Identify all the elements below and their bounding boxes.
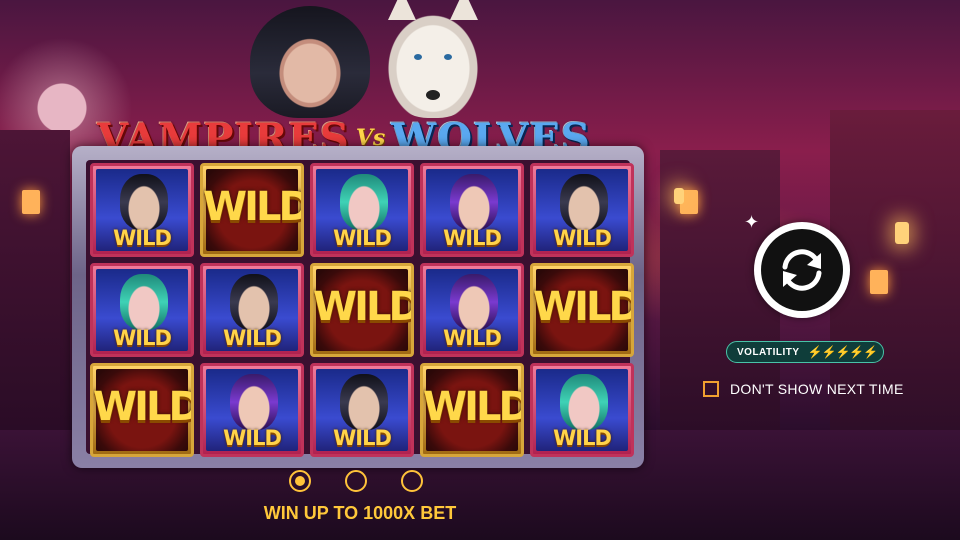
reels-frame: WILD WILD WILD WILD WILD WILD WILD WILD WILD WILD… [72, 146, 644, 468]
wild-symbol-label: WILD [533, 284, 634, 330]
reel-symbol-vampire-dark: WILD [310, 363, 414, 457]
dont-show-label: DON'T SHOW NEXT TIME [730, 381, 904, 397]
vampire-portrait-icon [450, 174, 498, 230]
spin-button-core [761, 229, 843, 311]
reel-symbol-wild: WILD [90, 363, 194, 457]
street-lamp [895, 222, 909, 244]
reel-symbol-vampire-purple: WILD [420, 263, 524, 357]
sparkle-icon: ✦ [744, 212, 760, 232]
reel-symbol-vampire-green: WILD [310, 163, 414, 257]
wild-overlay-label: WILD [223, 326, 282, 350]
intro-caption: WIN UP TO 1000X BET [263, 503, 457, 523]
pager-dot-1[interactable] [289, 470, 311, 492]
wild-overlay-label: WILD [553, 226, 612, 250]
reel-symbol-vampire-purple: WILD [200, 363, 304, 457]
reel-symbol-vampire-dark: WILD [200, 263, 304, 357]
vampire-portrait-icon [230, 274, 278, 330]
wild-symbol-label: WILD [313, 284, 414, 330]
wolf-nose [426, 90, 440, 100]
wolf-ear [450, 0, 478, 20]
wolf-ear [388, 0, 416, 20]
wild-symbol-label: WILD [423, 384, 524, 430]
reel-grid: WILD WILD WILD WILD WILD WILD WILD WILD WILD WILD… [86, 160, 634, 457]
wolf-eye [444, 54, 452, 60]
intro-pager [289, 470, 423, 492]
vampire-portrait-icon [230, 374, 278, 430]
vampire-portrait-icon [120, 274, 168, 330]
left-house [0, 130, 70, 430]
reel-symbol-wild: WILD [310, 263, 414, 357]
house-window [870, 270, 888, 294]
wild-overlay-label: WILD [553, 426, 612, 450]
reel-symbol-wild: WILD [530, 263, 634, 357]
reel-symbol-vampire-green: WILD [530, 363, 634, 457]
reel-symbol-wild: WILD [420, 363, 524, 457]
volatility-label: VOLATILITY [737, 346, 800, 358]
wild-symbol-label: WILD [93, 384, 194, 430]
vampire-portrait-icon [560, 174, 608, 230]
vampire-portrait-icon [340, 374, 388, 430]
wild-overlay-label: WILD [113, 326, 172, 350]
pager-dot-2[interactable] [345, 470, 367, 492]
vampire-character-art [250, 6, 370, 118]
wild-overlay-label: WILD [113, 226, 172, 250]
lightning-bolt-icon: ⚡⚡⚡⚡⚡ [807, 345, 879, 359]
wild-overlay-label: WILD [333, 226, 392, 250]
volatility-meter: VOLATILITY ⚡⚡⚡⚡⚡ [726, 341, 884, 363]
dont-show-next-time-option[interactable]: DON'T SHOW NEXT TIME [703, 381, 904, 397]
continue-spin-button[interactable] [754, 222, 850, 318]
pager-dot-3[interactable] [401, 470, 423, 492]
wolf-eye [414, 54, 422, 60]
wild-overlay-label: WILD [223, 426, 282, 450]
reel-symbol-vampire-green: WILD [90, 263, 194, 357]
dont-show-checkbox[interactable] [703, 381, 719, 397]
refresh-arrows-icon [782, 249, 822, 291]
vampire-portrait-icon [340, 174, 388, 230]
street-lamp [674, 188, 684, 204]
reel-symbol-vampire-dark: WILD [90, 163, 194, 257]
wild-symbol-label: WILD [203, 184, 304, 230]
reel-symbol-vampire-dark: WILD [530, 163, 634, 257]
reel-symbol-wild: WILD [200, 163, 304, 257]
wild-overlay-label: WILD [443, 326, 502, 350]
vampire-portrait-icon [450, 274, 498, 330]
vampire-portrait-icon [560, 374, 608, 430]
reel-symbol-vampire-purple: WILD [420, 163, 524, 257]
pager-dot-fill [295, 476, 305, 486]
house-window [22, 190, 40, 214]
wild-overlay-label: WILD [443, 226, 502, 250]
wild-overlay-label: WILD [333, 426, 392, 450]
wolf-character-art [382, 0, 484, 118]
vampire-portrait-icon [120, 174, 168, 230]
